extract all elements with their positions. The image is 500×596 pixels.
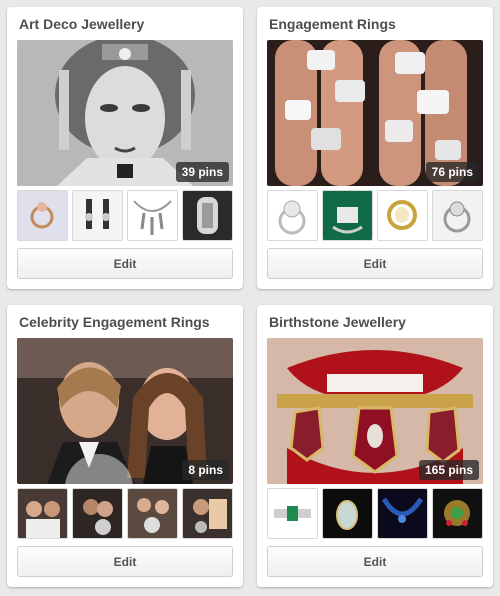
- pin-count-badge: 8 pins: [182, 460, 229, 480]
- board-title[interactable]: Engagement Rings: [269, 16, 485, 32]
- thumbnail-ring[interactable]: [17, 190, 68, 241]
- thumbnail-brooch[interactable]: [432, 488, 483, 539]
- thumbnail-earrings[interactable]: [72, 190, 123, 241]
- board-card-celebrity-rings[interactable]: Celebrity Engagement Rings 8 pins Edit: [7, 305, 243, 587]
- thumbnail-celebrity-photo[interactable]: [127, 488, 178, 539]
- board-card-birthstone[interactable]: Birthstone Jewellery 165 pins Edit: [257, 305, 493, 587]
- edit-button[interactable]: Edit: [267, 546, 483, 577]
- thumbnail-pendant[interactable]: [322, 488, 373, 539]
- board-title[interactable]: Art Deco Jewellery: [19, 16, 235, 32]
- thumbnail-brooch[interactable]: [182, 190, 233, 241]
- thumbnail-ring[interactable]: [432, 190, 483, 241]
- thumbnail-celebrity-photo[interactable]: [72, 488, 123, 539]
- thumbnail-strip: [17, 488, 233, 539]
- board-cover-image[interactable]: 76 pins: [267, 40, 483, 186]
- pin-count-badge: 76 pins: [425, 162, 479, 182]
- edit-button[interactable]: Edit: [17, 248, 233, 279]
- edit-button[interactable]: Edit: [17, 546, 233, 577]
- board-card-engagement-rings[interactable]: Engagement Rings 76 pins Edit: [257, 7, 493, 289]
- board-title[interactable]: Celebrity Engagement Rings: [19, 314, 235, 330]
- edit-button[interactable]: Edit: [267, 248, 483, 279]
- thumbnail-ring[interactable]: [267, 190, 318, 241]
- thumbnail-necklace[interactable]: [377, 488, 428, 539]
- thumbnail-necklace[interactable]: [127, 190, 178, 241]
- board-cover-image[interactable]: 8 pins: [17, 338, 233, 484]
- board-title[interactable]: Birthstone Jewellery: [269, 314, 485, 330]
- thumbnail-strip: [267, 190, 483, 241]
- thumbnail-celebrity-photo[interactable]: [182, 488, 233, 539]
- thumbnail-ring[interactable]: [322, 190, 373, 241]
- board-card-art-deco[interactable]: Art Deco Jewellery 39 pins Edit: [7, 7, 243, 289]
- thumbnail-strip: [267, 488, 483, 539]
- pin-count-badge: 39 pins: [175, 162, 229, 182]
- thumbnail-ring[interactable]: [267, 488, 318, 539]
- pin-count-badge: 165 pins: [418, 460, 479, 480]
- thumbnail-ring[interactable]: [377, 190, 428, 241]
- thumbnail-strip: [17, 190, 233, 241]
- board-cover-image[interactable]: 39 pins: [17, 40, 233, 186]
- thumbnail-celebrity-photo[interactable]: [17, 488, 68, 539]
- board-cover-image[interactable]: 165 pins: [267, 338, 483, 484]
